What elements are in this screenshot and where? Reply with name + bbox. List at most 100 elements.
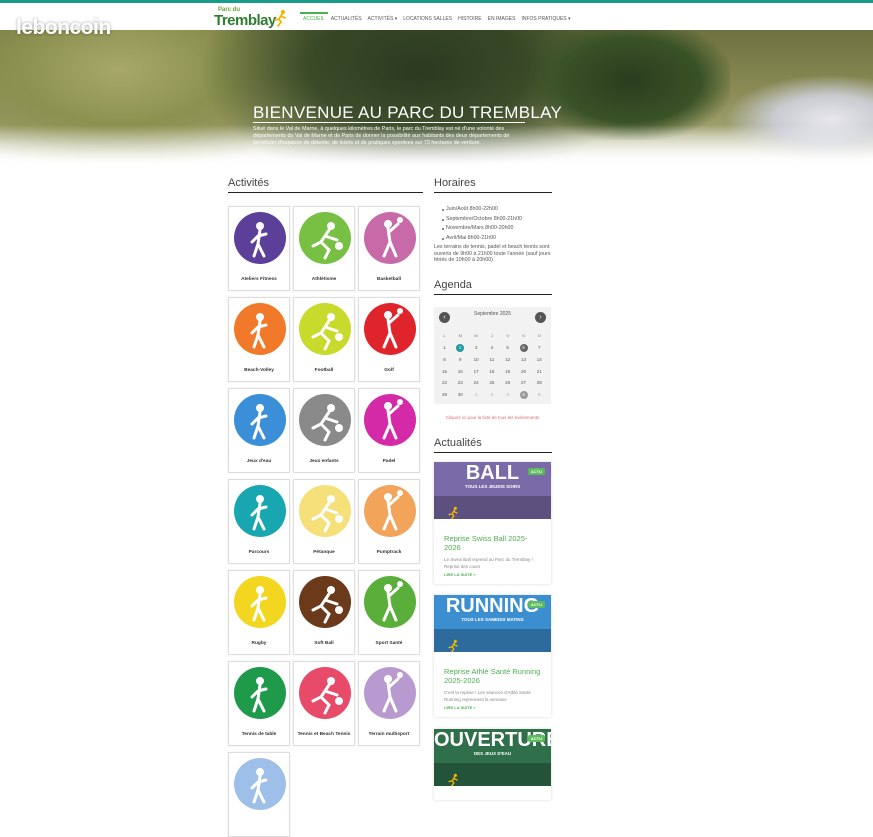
activity-card[interactable]: Jeux d'eau [228, 388, 290, 473]
activity-card[interactable]: Padel [358, 388, 420, 473]
calendar-day[interactable]: 3 [469, 343, 484, 353]
activity-card[interactable]: Pumptrack [358, 479, 420, 564]
calendar-day[interactable]: 19 [500, 367, 515, 377]
calendar-day[interactable]: 26 [500, 378, 515, 388]
calendar-day[interactable]: 10 [469, 355, 484, 365]
calendar-day[interactable]: 23 [453, 378, 468, 388]
calendar-day[interactable]: 14 [532, 355, 547, 365]
padel-icon [382, 399, 403, 440]
activity-label: Jeux d'eau [246, 459, 272, 464]
activity-label: Football [314, 368, 334, 373]
calendar-day[interactable]: 7 [532, 343, 547, 353]
calendar-day[interactable]: 29 [437, 390, 452, 400]
activity-card[interactable]: Tennis et Beach Tennis [293, 661, 355, 746]
activity-card[interactable] [228, 752, 290, 837]
pumptrack-icon [382, 490, 403, 531]
activity-card[interactable]: Sport Santé [358, 570, 420, 655]
news-card[interactable]: BALL TOUS LES JEUDIS SOIRS ACTU Reprise … [434, 462, 551, 584]
news-card[interactable]: OUVERTURE DES JEUX D'EAU ACTU [434, 729, 551, 800]
horaires-block: Juin/Août 8h00-22h00 Septembre/Octobre 8h… [434, 205, 552, 263]
activity-card[interactable]: Jeux enfants [293, 388, 355, 473]
calendar-day[interactable]: 20 [516, 367, 531, 377]
activity-card[interactable]: Tennis de table [228, 661, 290, 746]
calendar-day[interactable]: 18 [484, 367, 499, 377]
calendar-month: Septembre 2025 [474, 311, 511, 317]
activity-label: Tennis de table [241, 732, 277, 737]
calendar-weekday: M [458, 333, 462, 338]
calendar-day[interactable]: 2 [453, 343, 468, 353]
top-header: Parc du Tremblay ACCUEIL ACTUALITÉS ACTIVI… [0, 0, 873, 30]
calendar-day[interactable]: 6 [516, 343, 531, 353]
news-read-more-link[interactable]: LIRE LA SUITE » [444, 572, 476, 577]
activity-card[interactable]: Beach-Volley [228, 297, 290, 382]
chevron-down-icon: ▾ [566, 16, 571, 22]
horaires-title: Horaires [434, 177, 552, 193]
leboncoin-watermark: leboncoin [16, 16, 111, 39]
calendar-day[interactable]: 25 [484, 378, 499, 388]
nav-item-6[interactable]: INFOS PRATIQUES ▾ [518, 16, 573, 22]
activity-card[interactable]: Pétanque [293, 479, 355, 564]
archery-target-icon [250, 495, 268, 531]
news-image: RUNNING TOUS LES SAMEDIS MATINS ACTU [434, 595, 551, 652]
nav-item-label: ACTIVITÉS [367, 16, 394, 22]
calendar-day[interactable]: 9 [453, 355, 468, 365]
calendar-day[interactable]: 4 [484, 343, 499, 353]
calendar-day[interactable]: 24 [469, 378, 484, 388]
activity-card[interactable]: Golf [358, 297, 420, 382]
horaires-item: Septembre/Octobre 8h00-21h00 [434, 215, 552, 225]
calendar-day[interactable]: 12 [500, 355, 515, 365]
activity-label: Parcours [248, 550, 270, 555]
calendar-day[interactable]: 5 [500, 343, 515, 353]
activity-card[interactable]: Basketball [358, 206, 420, 291]
calendar-day[interactable]: 8 [437, 355, 452, 365]
nav-item-label: ACTUALITÉS [330, 16, 362, 22]
activity-card[interactable]: Athlétisme [293, 206, 355, 291]
agenda-all-events-link[interactable]: Cliquez ici pour la liste de tous les év… [434, 415, 551, 420]
activity-label: Sport Santé [375, 641, 403, 646]
nav-item-3[interactable]: LOCATIONS SALLES [400, 16, 455, 22]
runner-logo-icon [448, 506, 458, 519]
nav-item-4[interactable]: HISTOIRE [455, 16, 485, 22]
calendar-day[interactable]: 1 [437, 343, 452, 353]
calendar-day[interactable]: 1 [469, 390, 484, 400]
news-image: OUVERTURE DES JEUX D'EAU ACTU [434, 729, 551, 786]
news-card-title[interactable]: Reprise Swiss Ball 2025-2026 [444, 534, 544, 552]
nav-item-5[interactable]: EN IMAGES [485, 16, 519, 22]
activity-card[interactable]: Ateliers Fitness [228, 206, 290, 291]
nav-item-0[interactable]: ACCUEIL [300, 12, 328, 22]
petanque-icon [311, 495, 343, 533]
runner-logo-icon [274, 10, 286, 27]
calendar-day[interactable]: 17 [469, 367, 484, 377]
activity-card[interactable]: Soft Ball [293, 570, 355, 655]
activity-card[interactable]: Parcours [228, 479, 290, 564]
activity-card[interactable]: Rugby [228, 570, 290, 655]
agenda-title: Agenda [434, 279, 552, 295]
calendar-day[interactable]: 11 [484, 355, 499, 365]
activity-card[interactable]: Football [293, 297, 355, 382]
activity-label: Pétanque [313, 550, 335, 555]
nav-item-2[interactable]: ACTIVITÉS ▾ [365, 16, 401, 22]
calendar-day[interactable]: 2 [484, 390, 499, 400]
site-logo[interactable]: Parc du Tremblay [214, 7, 292, 31]
calendar-next-button[interactable]: › [535, 312, 546, 323]
calendar-day[interactable]: 15 [437, 367, 452, 377]
news-card[interactable]: RUNNING TOUS LES SAMEDIS MATINS ACTU Rep… [434, 595, 551, 717]
calendar-day[interactable]: 22 [437, 378, 452, 388]
calendar-weekday: D [537, 333, 541, 338]
calendar-day[interactable]: 5 [532, 390, 547, 400]
calendar-day[interactable]: 13 [516, 355, 531, 365]
water-games-icon [250, 404, 268, 440]
football-icon [311, 313, 343, 351]
calendar-day[interactable]: 16 [453, 367, 468, 377]
calendar-day[interactable]: 30 [453, 390, 468, 400]
calendar-day[interactable]: 4 [516, 390, 531, 400]
calendar-day[interactable]: 27 [516, 378, 531, 388]
calendar-day[interactable]: 21 [532, 367, 547, 377]
activity-label: Beach-Volley [244, 368, 274, 373]
news-card-title[interactable]: Reprise Athlé Santé Running 2025-2026 [444, 667, 544, 685]
nav-item-1[interactable]: ACTUALITÉS [328, 16, 365, 22]
activity-card[interactable]: Terrain multisport [358, 661, 420, 746]
calendar-day[interactable]: 28 [532, 378, 547, 388]
news-read-more-link[interactable]: LIRE LA SUITE » [444, 705, 476, 710]
calendar-day[interactable]: 3 [500, 390, 515, 400]
